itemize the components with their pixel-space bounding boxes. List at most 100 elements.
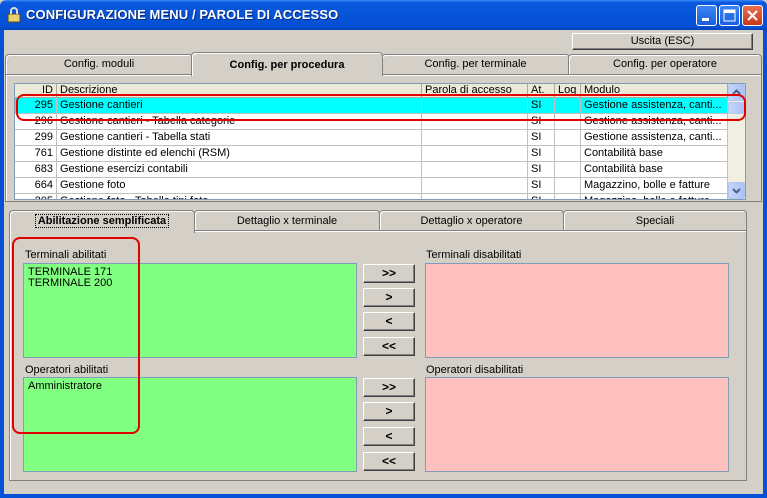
operatori-abilitati-list[interactable]: Amministratore (23, 377, 357, 472)
cell-id: 205 (15, 194, 57, 199)
grid-scrollbar[interactable] (728, 84, 745, 199)
scroll-down-button[interactable] (728, 182, 745, 199)
cell-mod: Contabilità base (581, 146, 728, 162)
cell-at: SI (528, 178, 555, 194)
table-row[interactable]: 761 Gestione distinte ed elenchi (RSM) SI C… (15, 146, 728, 162)
maximize-icon (723, 9, 736, 22)
col-parola[interactable]: Parola di accesso (422, 84, 528, 98)
terminali-disabilitati-label: Terminali disabilitati (426, 249, 522, 261)
grid-header: ID Descrizione Parola di accesso At. Log… (15, 84, 728, 98)
cell-pw (422, 146, 528, 162)
tab-dettaglio-terminale[interactable]: Dettaglio x terminale (194, 210, 380, 231)
tab-dettaglio-operatore[interactable]: Dettaglio x operatore (379, 210, 564, 231)
cell-desc: Gestione foto - Tabella tipi foto (57, 194, 422, 199)
window-title: CONFIGURAZIONE MENU / PAROLE DI ACCESSO (26, 7, 339, 22)
cell-at: SI (528, 114, 555, 130)
operatori-abilitati-label: Operatori abilitati (25, 364, 109, 376)
cell-desc: Gestione distinte ed elenchi (RSM) (57, 146, 422, 162)
cell-id: 761 (15, 146, 57, 162)
close-icon (747, 10, 758, 21)
chevron-up-icon (732, 89, 741, 95)
tab-abilitazione-semplificata[interactable]: Abilitazione semplificata (9, 210, 195, 233)
cell-pw (422, 98, 528, 114)
table-row[interactable]: 295 Gestione cantieri SI Gestione assistenz… (15, 98, 728, 114)
cell-desc: Gestione foto (57, 178, 422, 194)
cell-id: 295 (15, 98, 57, 114)
table-row[interactable]: 296 Gestione cantieri - Tabella categorie… (15, 114, 728, 130)
cell-log (555, 130, 581, 146)
terminali-abilitati-label: Terminali abilitati (25, 249, 107, 261)
cell-at: SI (528, 194, 555, 199)
terminali-abilitati-list[interactable]: TERMINALE 171 TERMINALE 200 (23, 263, 357, 358)
col-modulo[interactable]: Modulo (581, 84, 728, 98)
move-right-terminal-button[interactable]: > (363, 288, 415, 307)
cell-desc: Gestione cantieri - Tabella categorie (57, 114, 422, 130)
cell-at: SI (528, 98, 555, 114)
tab-config-terminale[interactable]: Config. per terminale (381, 54, 570, 74)
cell-id: 664 (15, 178, 57, 194)
chevron-down-icon (732, 188, 741, 194)
cell-at: SI (528, 146, 555, 162)
cell-desc: Gestione esercizi contabili (57, 162, 422, 178)
scroll-thumb[interactable] (728, 102, 745, 114)
cell-pw (422, 130, 528, 146)
cell-at: SI (528, 130, 555, 146)
cell-log (555, 98, 581, 114)
table-row[interactable]: 205Gestione foto - Tabella tipi foto SI Ma… (15, 194, 728, 199)
cell-at: SI (528, 162, 555, 178)
cell-pw (422, 178, 528, 194)
cell-id: 296 (15, 114, 57, 130)
tab-speciali[interactable]: Speciali (563, 210, 747, 231)
tab-config-operatore[interactable]: Config. per operatore (568, 54, 762, 74)
cell-mod: Gestione assistenza, canti... (581, 114, 728, 130)
cell-id: 299 (15, 130, 57, 146)
cell-desc: Gestione cantieri (57, 98, 422, 114)
minimize-button[interactable] (696, 5, 717, 26)
operatori-disabilitati-label: Operatori disabilitati (426, 364, 524, 376)
minimize-icon (702, 18, 709, 21)
move-right-operator-button[interactable]: > (363, 402, 415, 421)
cell-mod: Contabilità base (581, 162, 728, 178)
procedure-grid[interactable]: ID Descrizione Parola di accesso At. Log… (14, 83, 746, 200)
move-all-right-terminal-button[interactable]: >> (363, 264, 415, 283)
lock-icon (7, 7, 21, 23)
grid-body: 295 Gestione cantieri SI Gestione assistenz… (15, 98, 728, 199)
close-button[interactable] (742, 5, 763, 26)
table-row[interactable]: 299 Gestione cantieri - Tabella stati SI Ge… (15, 130, 728, 146)
cell-pw (422, 114, 528, 130)
move-all-right-operator-button[interactable]: >> (363, 378, 415, 397)
list-item[interactable]: Amministratore (28, 381, 352, 392)
col-at[interactable]: At. (528, 84, 555, 98)
cell-mod: Gestione assistenza, canti... (581, 98, 728, 114)
cell-log (555, 162, 581, 178)
cell-desc: Gestione cantieri - Tabella stati (57, 130, 422, 146)
maximize-button[interactable] (719, 5, 740, 26)
title-bar: CONFIGURAZIONE MENU / PAROLE DI ACCESSO (0, 0, 767, 30)
move-all-left-terminal-button[interactable]: << (363, 337, 415, 356)
cell-id: 683 (15, 162, 57, 178)
cell-log (555, 178, 581, 194)
cell-pw (422, 162, 528, 178)
list-item[interactable]: TERMINALE 200 (28, 278, 352, 289)
cell-mod: Gestione assistenza, canti... (581, 130, 728, 146)
cell-mod: Magazzino, bolle e fatture (581, 194, 728, 199)
col-id[interactable]: ID (15, 84, 57, 98)
table-row[interactable]: 664 Gestione foto SI Magazzino, bolle e fat… (15, 178, 728, 194)
col-descrizione[interactable]: Descrizione (57, 84, 422, 98)
scroll-up-button[interactable] (728, 84, 745, 101)
move-left-operator-button[interactable]: < (363, 427, 415, 446)
cell-log (555, 114, 581, 130)
terminali-disabilitati-list[interactable] (425, 263, 729, 358)
move-all-left-operator-button[interactable]: << (363, 452, 415, 471)
tab-config-procedura[interactable]: Config. per procedura (191, 52, 383, 76)
tab-label: Abilitazione semplificata (34, 214, 170, 228)
cell-log (555, 146, 581, 162)
cell-pw (422, 194, 528, 199)
tab-config-moduli[interactable]: Config. moduli (5, 54, 193, 74)
cell-mod: Magazzino, bolle e fatture (581, 178, 728, 194)
col-log[interactable]: Log (555, 84, 581, 98)
move-left-terminal-button[interactable]: < (363, 312, 415, 331)
table-row[interactable]: 683 Gestione esercizi contabili SI Contabil… (15, 162, 728, 178)
operatori-disabilitati-list[interactable] (425, 377, 729, 472)
exit-button[interactable]: Uscita (ESC) (572, 33, 753, 50)
